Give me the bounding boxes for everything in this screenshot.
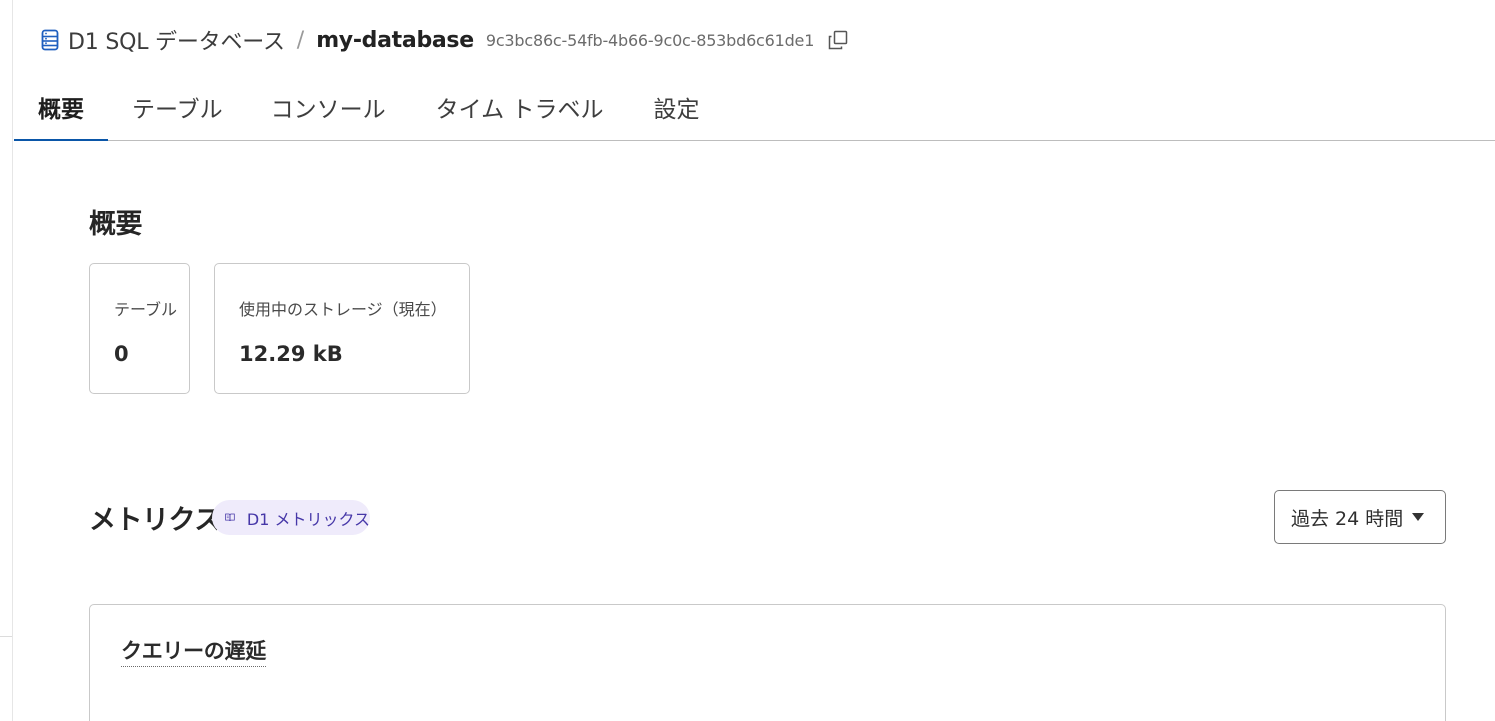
time-range-select[interactable]: 過去 24 時間	[1274, 490, 1446, 544]
overview-heading: 概要	[89, 209, 143, 240]
breadcrumb-separator: /	[296, 27, 305, 53]
stat-value: 12.29 kB	[239, 342, 343, 366]
stat-value: 0	[114, 342, 129, 366]
breadcrumb-product-link[interactable]: D1 SQL データベース	[68, 24, 285, 56]
storage-usage-card: 使用中のストレージ（現在） 12.29 kB	[214, 263, 470, 394]
metrics-docs-link[interactable]: D1 メトリックス	[212, 500, 370, 535]
page: D1 SQL データベース / my-database 9c3bc86c-54f…	[0, 0, 1495, 721]
tab-settings[interactable]: 設定	[653, 76, 699, 140]
tab-tables[interactable]: テーブル	[132, 76, 223, 140]
database-id: 9c3bc86c-54fb-4b66-9c0c-853bd6c61de1	[485, 30, 815, 50]
metrics-heading: メトリクス	[89, 505, 221, 536]
book-icon	[225, 513, 235, 522]
sidebar-edge	[12, 0, 13, 721]
tab-time-travel[interactable]: タイム トラベル	[436, 76, 604, 140]
time-range-value: 過去 24 時間	[1291, 507, 1404, 530]
copy-icon	[828, 30, 848, 50]
tab-overview[interactable]: 概要	[14, 76, 108, 141]
stat-label: テーブル	[114, 300, 178, 319]
database-icon	[40, 29, 60, 51]
tab-bar: 概要 テーブル コンソール タイム トラベル 設定	[14, 76, 1495, 141]
tab-console[interactable]: コンソール	[271, 76, 386, 140]
chart-title[interactable]: クエリーの遅延	[121, 635, 266, 667]
query-latency-chart-card: クエリーの遅延	[89, 604, 1446, 721]
copy-id-button[interactable]	[826, 28, 850, 52]
metrics-docs-label: D1 メトリックス	[246, 509, 370, 529]
breadcrumb: D1 SQL データベース / my-database 9c3bc86c-54f…	[40, 24, 850, 56]
database-name: my-database	[316, 27, 474, 53]
tables-count-card: テーブル 0	[89, 263, 190, 394]
sidebar-divider	[0, 636, 12, 637]
stat-label: 使用中のストレージ（現在）	[239, 300, 447, 319]
caret-down-icon	[1412, 513, 1425, 521]
